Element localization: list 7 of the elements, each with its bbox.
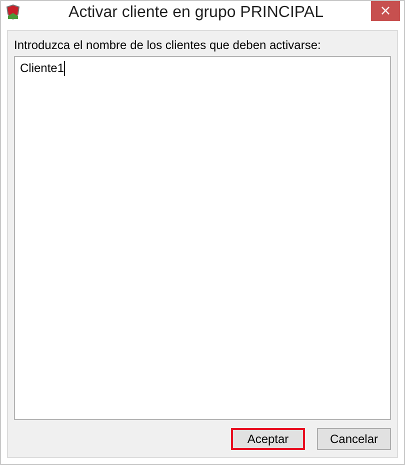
accept-button[interactable]: Aceptar [231, 428, 305, 450]
cancel-button[interactable]: Cancelar [317, 428, 391, 450]
close-button[interactable]: × [371, 1, 400, 21]
input-field[interactable]: Cliente1 [14, 56, 391, 420]
window-title: Activar cliente en grupo PRINCIPAL [68, 4, 324, 22]
prompt-label: Introduzca el nombre de los clientes que deben activarse: [14, 38, 322, 52]
shield-icon [5, 4, 21, 20]
